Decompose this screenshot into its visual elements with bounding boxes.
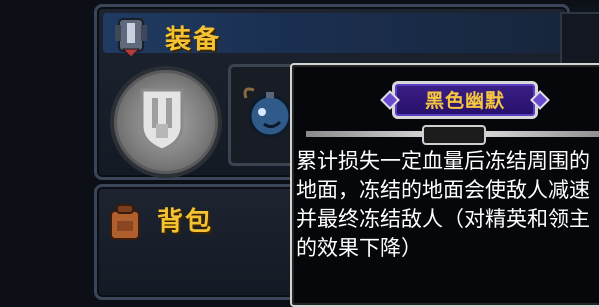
divider-ornament-icon [422,125,486,145]
item-description: 累计损失一定血量后冻结周围的地面，冻结的地面会使敌人减速并最终冻结敌人（对精英和… [296,149,590,260]
shield-helmet-icon [115,18,147,58]
item-tooltip: 黑色幽默 累计损失一定血量后冻结周围的地面，冻结的地面会使敌人减速并最终冻结敌人… [290,63,599,307]
equipment-title: 装备 [165,25,222,55]
item-name: 黑色幽默 [424,90,505,112]
equipment-slot-shield[interactable] [110,66,222,178]
backpack-title: 背包 [157,207,214,237]
equipment-header: 装备 [103,13,561,58]
bomb-icon [243,87,292,138]
shield-icon [140,88,184,152]
item-name-box: 黑色幽默 [380,81,550,119]
backpack-icon [110,204,140,240]
